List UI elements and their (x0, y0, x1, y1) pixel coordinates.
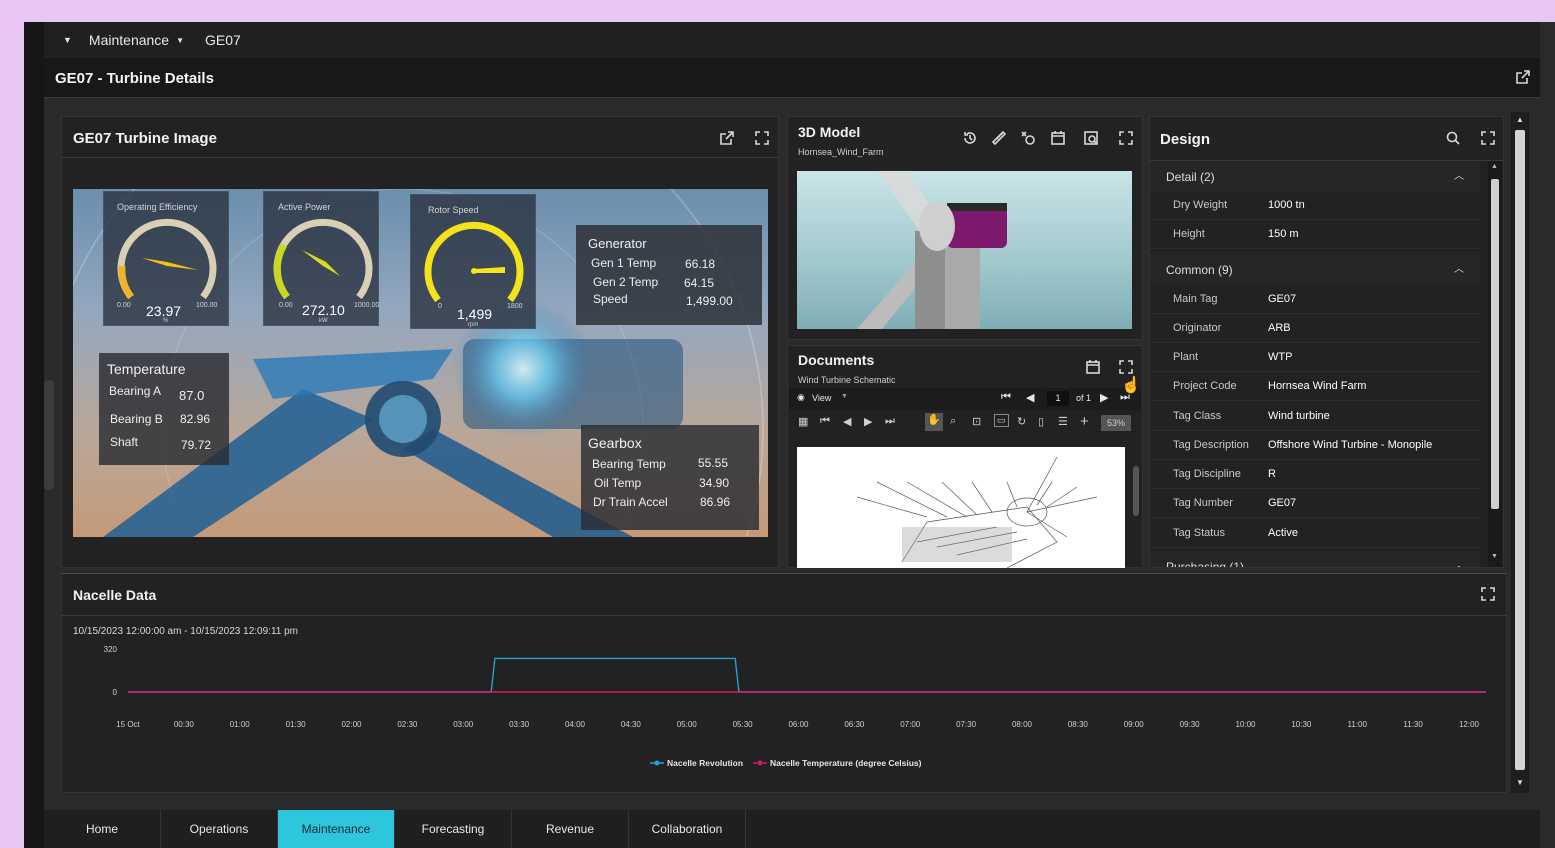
x-tick-label: 04:00 (565, 720, 586, 729)
x-tick-label: 10:00 (1235, 720, 1256, 729)
x-tick-label: 08:00 (1012, 720, 1033, 729)
tab-collaboration[interactable]: Collaboration (629, 810, 746, 848)
y-tick-label: 320 (104, 645, 118, 654)
x-tick-label: 10:30 (1291, 720, 1312, 729)
mouse-cursor: ☝ (1121, 377, 1141, 394)
x-tick-label: 15 Oct (116, 720, 140, 729)
x-tick-label: 06:30 (844, 720, 865, 729)
x-tick-label: 12:00 (1459, 720, 1480, 729)
x-tick-label: 04:30 (621, 720, 642, 729)
legend-marker (757, 760, 763, 766)
y-tick-label: 0 (113, 688, 118, 697)
legend-marker (654, 760, 660, 766)
x-tick-label: 03:30 (509, 720, 530, 729)
bottom-nav: Home Operations Maintenance Forecasting … (44, 810, 1540, 848)
tab-operations[interactable]: Operations (161, 810, 278, 848)
x-tick-label: 03:00 (453, 720, 474, 729)
x-tick-label: 11:30 (1403, 720, 1423, 729)
x-tick-label: 08:30 (1068, 720, 1089, 729)
tab-revenue[interactable]: Revenue (512, 810, 629, 848)
tab-maintenance[interactable]: Maintenance (278, 810, 395, 848)
x-tick-label: 09:00 (1124, 720, 1145, 729)
x-tick-label: 09:30 (1180, 720, 1201, 729)
x-tick-label: 06:00 (788, 720, 809, 729)
x-tick-label: 01:30 (286, 720, 307, 729)
x-tick-label: 07:30 (956, 720, 977, 729)
x-tick-label: 05:00 (677, 720, 698, 729)
nacelle-chart: 320 0 15 Oct 00:30 01:00 01:30 02:00 02:30 03:00… (104, 645, 1486, 768)
x-tick-label: 02:00 (341, 720, 362, 729)
app-window: ▼ Maintenance ▼ GE07 GE07 - Turbine Deta… (24, 22, 1555, 848)
x-tick-label: 05:30 (733, 720, 754, 729)
x-tick-label: 11:00 (1348, 720, 1368, 729)
tab-forecasting[interactable]: Forecasting (395, 810, 512, 848)
tab-home[interactable]: Home (44, 810, 161, 848)
legend-label: Nacelle Temperature (degree Celsius) (770, 758, 922, 768)
series-line-nacelle-revolution (128, 657, 1486, 693)
x-tick-label: 01:00 (230, 720, 251, 729)
x-tick-label: 02:30 (397, 720, 418, 729)
x-tick-label: 00:30 (174, 720, 195, 729)
legend-label: Nacelle Revolution (667, 758, 743, 768)
x-tick-label: 07:00 (900, 720, 921, 729)
